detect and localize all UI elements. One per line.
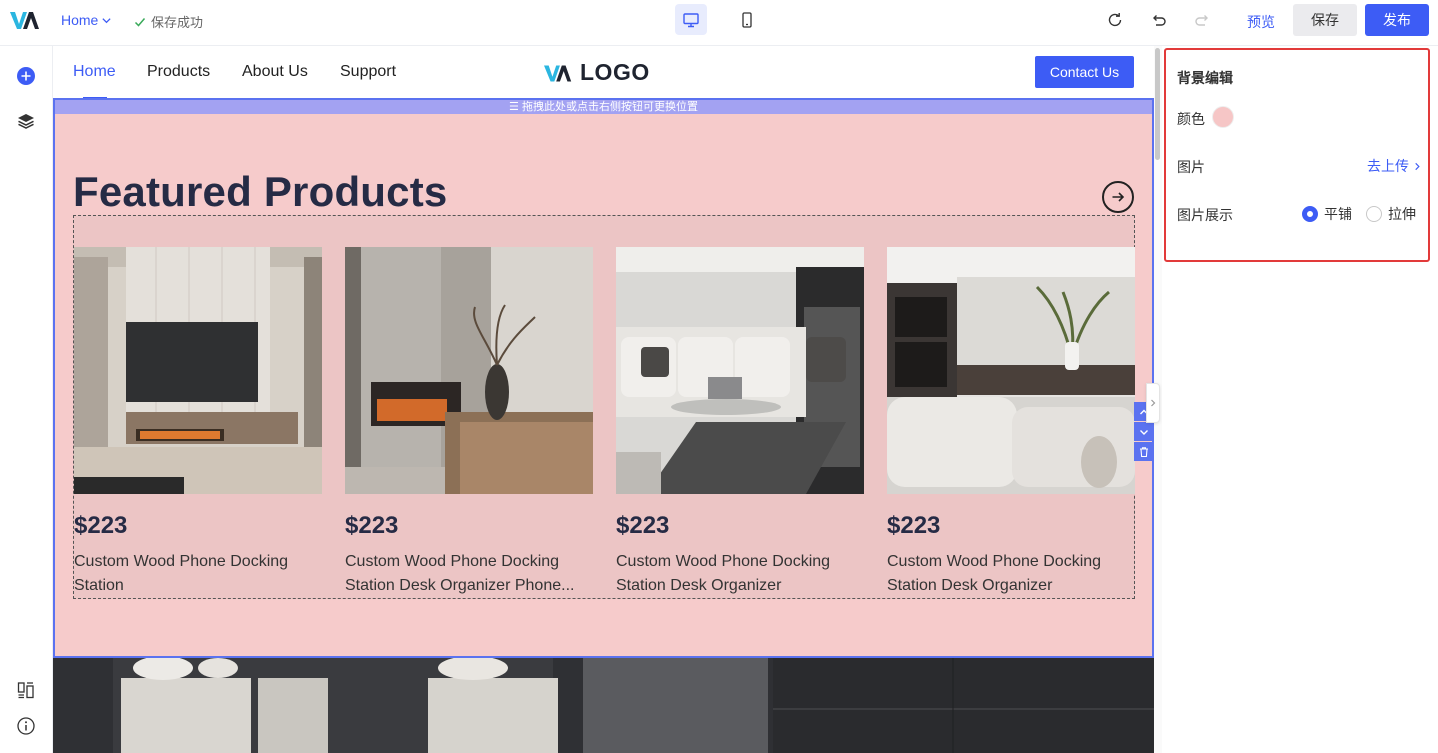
site-header: Home Products About Us Support LOGO Cont… [53,46,1154,100]
logo-text: LOGO [580,59,650,85]
layers-button[interactable] [16,111,36,131]
refresh-button[interactable] [1105,10,1125,30]
radio-label: 拉伸 [1388,206,1416,222]
radio-option-tile[interactable]: 平铺 [1302,204,1352,224]
chevron-right-icon [1151,399,1156,407]
add-component-button[interactable] [16,66,36,86]
product-card[interactable]: $223 Custom Wood Phone Docking Station [74,247,322,598]
product-image [74,247,322,494]
product-image [345,247,593,494]
product-grid[interactable]: $223 Custom Wood Phone Docking Station $… [73,215,1135,599]
redo-button[interactable] [1192,10,1212,30]
radio-checked-icon [1302,206,1318,222]
product-price: $223 [887,512,941,539]
app-logo-icon [10,12,39,29]
product-card[interactable]: $223 Custom Wood Phone Docking Station D… [887,247,1135,598]
radio-option-stretch[interactable]: 拉伸 [1366,204,1416,224]
check-icon [134,17,146,27]
product-price: $223 [616,512,670,539]
redo-icon [1195,15,1208,26]
nav-home[interactable]: Home [73,63,116,81]
page-manager-button[interactable] [16,680,36,700]
preview-button[interactable]: 预览 [1247,12,1275,32]
nav-support[interactable]: Support [340,63,396,81]
plus-circle-icon [17,67,35,85]
info-icon [17,717,35,735]
pages-icon [17,682,34,699]
upload-image-link[interactable]: 去上传 [1367,156,1422,176]
section-title: Featured Products [73,168,448,215]
product-image [616,247,864,494]
product-name[interactable]: Custom Wood Phone Docking Station Desk O… [345,550,590,598]
delete-section-button[interactable] [1134,442,1154,461]
page-selector-label: Home [61,12,99,28]
display-mode-radio-group: 平铺 拉伸 [1302,204,1416,224]
product-name[interactable]: Custom Wood Phone Docking Station Desk O… [616,550,861,598]
display-mode-label: 图片展示 [1177,207,1233,223]
publish-button[interactable]: 发布 [1365,4,1429,36]
product-price: $223 [345,512,399,539]
refresh-icon [1108,13,1122,27]
undo-icon [1153,15,1166,26]
next-section-image[interactable] [53,658,1154,753]
next-arrow-button[interactable] [1102,181,1134,213]
page-selector[interactable]: Home [61,12,112,28]
trash-icon [1140,446,1148,457]
chevron-down-icon [102,17,111,23]
image-label: 图片 [1177,159,1205,175]
mobile-icon [742,11,752,28]
editor-toolbar: Home 保存成功 预览 保存 发布 [0,0,1438,46]
save-status: 保存成功 [134,12,203,31]
save-button[interactable]: 保存 [1293,4,1357,36]
property-panel: 背景编辑 颜色 图片 去上传 图片展示 平铺 拉伸 [1162,46,1438,753]
product-name[interactable]: Custom Wood Phone Docking Station Desk O… [887,550,1132,598]
color-picker[interactable] [1212,106,1234,128]
move-down-button[interactable] [1134,422,1154,441]
editor-canvas: Home Products About Us Support LOGO Cont… [53,46,1154,753]
logo-icon [544,65,572,81]
site-logo: LOGO [544,59,650,86]
nav-products[interactable]: Products [147,63,210,81]
mobile-view-button[interactable] [731,4,763,35]
info-button[interactable] [16,716,36,736]
upload-link-text: 去上传 [1367,158,1409,174]
chevron-right-icon [1415,162,1420,170]
collapse-panel-button[interactable] [1146,383,1160,423]
undo-button[interactable] [1149,10,1169,30]
canvas-scroll-thumb[interactable] [1155,48,1160,160]
background-editor: 背景编辑 颜色 图片 去上传 图片展示 平铺 拉伸 [1164,48,1430,262]
desktop-view-button[interactable] [675,4,707,35]
nav-about-us[interactable]: About Us [242,63,308,81]
panel-title: 背景编辑 [1177,70,1233,86]
product-price: $223 [74,512,128,539]
product-card[interactable]: $223 Custom Wood Phone Docking Station D… [616,247,864,598]
product-name[interactable]: Custom Wood Phone Docking Station [74,550,319,598]
radio-label: 平铺 [1324,206,1352,222]
product-image [887,247,1135,494]
featured-products-section[interactable]: ☰ 拖拽此处或点击右侧按钮可更换位置 Featured Products $22… [53,98,1154,658]
contact-us-button[interactable]: Contact Us [1035,56,1134,88]
radio-unchecked-icon [1366,206,1382,222]
save-status-text: 保存成功 [151,15,204,30]
chevron-down-icon [1140,429,1148,435]
section-drag-handle[interactable]: ☰ 拖拽此处或点击右侧按钮可更换位置 [55,100,1152,114]
layers-icon [18,114,34,129]
arrow-right-icon [1112,192,1125,202]
left-toolbar [0,46,53,753]
color-label: 颜色 [1177,111,1205,127]
product-card[interactable]: $223 Custom Wood Phone Docking Station D… [345,247,593,598]
desktop-icon [683,12,699,27]
